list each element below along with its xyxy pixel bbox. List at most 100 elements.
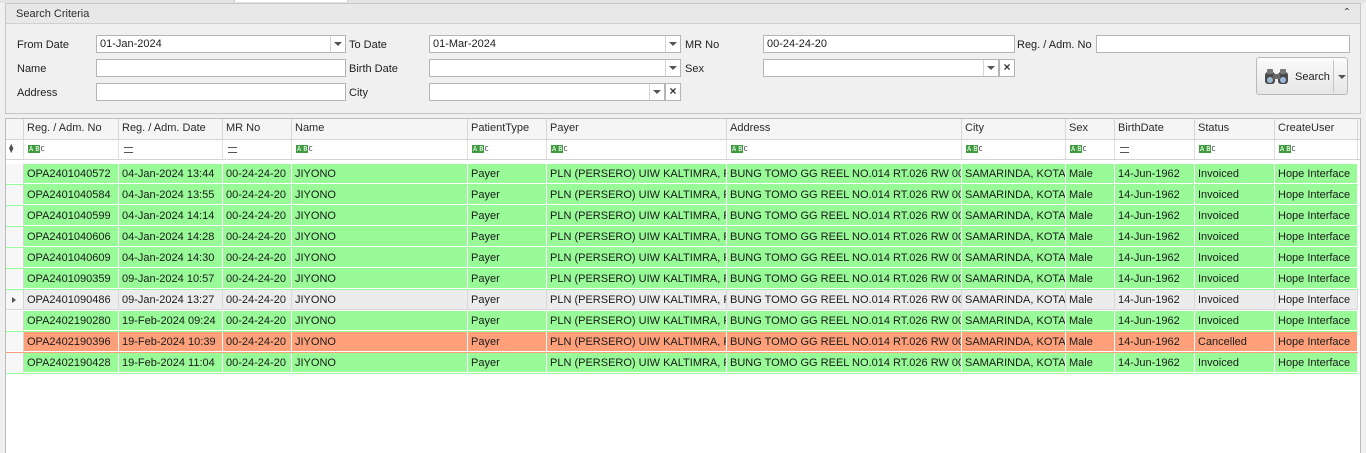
cell-reg-adm-no[interactable]: OPA2401040609: [24, 248, 119, 268]
cell-name[interactable]: JIYONO: [292, 269, 468, 289]
row-indicator-cell[interactable]: [6, 164, 24, 184]
chevron-down-icon[interactable]: [665, 36, 680, 52]
column-header-reg-adm-date[interactable]: Reg. / Adm. Date: [119, 119, 223, 139]
cell-sex[interactable]: Male: [1066, 227, 1115, 247]
filter-cell-birthdate[interactable]: [1115, 140, 1195, 159]
mr-no-input[interactable]: 00-24-24-20: [763, 35, 1015, 53]
cell-patienttype[interactable]: Payer: [468, 290, 547, 310]
cell-name[interactable]: JIYONO: [292, 185, 468, 205]
cell-address[interactable]: BUNG TOMO GG REEL NO.014 RT.026 RW 000: [727, 227, 962, 247]
column-header-sex[interactable]: Sex: [1066, 119, 1115, 139]
search-button[interactable]: Search: [1256, 57, 1348, 95]
cell-patienttype[interactable]: Payer: [468, 311, 547, 331]
cell-payer[interactable]: PLN (PERSERO) UIW KALTIMRA, PT: [547, 353, 727, 373]
cell-reg-adm-date[interactable]: 04-Jan-2024 13:55: [119, 185, 223, 205]
equals-filter-icon[interactable]: [1120, 147, 1129, 153]
reg-adm-no-input[interactable]: [1096, 35, 1350, 53]
cell-sex[interactable]: Male: [1066, 248, 1115, 268]
chevron-down-icon[interactable]: [330, 36, 345, 52]
row-indicator-cell[interactable]: [6, 332, 24, 352]
cell-createuser[interactable]: Hope Interface: [1275, 164, 1358, 184]
cell-reg-adm-date[interactable]: 04-Jan-2024 14:30: [119, 248, 223, 268]
cell-patienttype[interactable]: Payer: [468, 353, 547, 373]
cell-sex[interactable]: Male: [1066, 206, 1115, 226]
cell-createuser[interactable]: Hope Interface: [1275, 269, 1358, 289]
text-filter-abc-icon[interactable]: A BC: [551, 145, 568, 153]
chevron-down-icon[interactable]: [665, 60, 680, 76]
cell-birthdate[interactable]: 14-Jun-1962: [1115, 227, 1195, 247]
cell-birthdate[interactable]: 14-Jun-1962: [1115, 164, 1195, 184]
cell-address[interactable]: BUNG TOMO GG REEL NO.014 RT.026 RW 000: [727, 185, 962, 205]
cell-address[interactable]: BUNG TOMO GG REEL NO.014 RT.026 RW 000: [727, 353, 962, 373]
cell-name[interactable]: JIYONO: [292, 248, 468, 268]
filter-cell-mr-no[interactable]: [223, 140, 292, 159]
cell-reg-adm-no[interactable]: OPA2401040599: [24, 206, 119, 226]
table-row[interactable]: OPA2401040572 04-Jan-2024 13:44 00-24-24-2…: [6, 164, 1358, 185]
table-row[interactable]: OPA2401040584 04-Jan-2024 13:55 00-24-24-2…: [6, 185, 1358, 206]
cell-status[interactable]: Invoiced: [1195, 353, 1275, 373]
cell-reg-adm-date[interactable]: 09-Jan-2024 10:57: [119, 269, 223, 289]
text-filter-abc-icon[interactable]: A BC: [296, 145, 313, 153]
active-tab-edge[interactable]: [234, 0, 348, 2]
column-header-patienttype[interactable]: PatientType: [468, 119, 547, 139]
cell-city[interactable]: SAMARINDA, KOTA: [962, 290, 1066, 310]
cell-reg-adm-date[interactable]: 04-Jan-2024 13:44: [119, 164, 223, 184]
row-indicator-cell[interactable]: [6, 185, 24, 205]
cell-mr-no[interactable]: 00-24-24-20: [223, 311, 292, 331]
column-header-city[interactable]: City: [962, 119, 1066, 139]
cell-reg-adm-date[interactable]: 04-Jan-2024 14:28: [119, 227, 223, 247]
cell-createuser[interactable]: Hope Interface: [1275, 311, 1358, 331]
text-filter-abc-icon[interactable]: A BC: [1199, 145, 1216, 153]
filter-cell-reg-adm-no[interactable]: A BC: [24, 140, 119, 159]
table-row[interactable]: OPA2402190428 19-Feb-2024 11:04 00-24-24-2…: [6, 353, 1358, 374]
cell-sex[interactable]: Male: [1066, 311, 1115, 331]
cell-reg-adm-date[interactable]: 04-Jan-2024 14:14: [119, 206, 223, 226]
cell-createuser[interactable]: Hope Interface: [1275, 185, 1358, 205]
cell-patienttype[interactable]: Payer: [468, 332, 547, 352]
cell-name[interactable]: JIYONO: [292, 332, 468, 352]
cell-createuser[interactable]: Hope Interface: [1275, 332, 1358, 352]
cell-patienttype[interactable]: Payer: [468, 269, 547, 289]
table-row[interactable]: OPA2402190280 19-Feb-2024 09:24 00-24-24-2…: [6, 311, 1358, 332]
filter-cell-patienttype[interactable]: A BC: [468, 140, 547, 159]
birth-date-picker[interactable]: [429, 59, 681, 77]
cell-createuser[interactable]: Hope Interface: [1275, 290, 1358, 310]
cell-birthdate[interactable]: 14-Jun-1962: [1115, 311, 1195, 331]
text-filter-abc-icon[interactable]: A BC: [1279, 145, 1296, 153]
table-row[interactable]: OPA2401090359 09-Jan-2024 10:57 00-24-24-2…: [6, 269, 1358, 290]
cell-mr-no[interactable]: 00-24-24-20: [223, 227, 292, 247]
cell-status[interactable]: Invoiced: [1195, 164, 1275, 184]
cell-sex[interactable]: Male: [1066, 269, 1115, 289]
cell-mr-no[interactable]: 00-24-24-20: [223, 332, 292, 352]
cell-sex[interactable]: Male: [1066, 185, 1115, 205]
filter-cell-status[interactable]: A BC: [1195, 140, 1275, 159]
sex-select[interactable]: [763, 59, 999, 77]
cell-mr-no[interactable]: 00-24-24-20: [223, 248, 292, 268]
cell-city[interactable]: SAMARINDA, KOTA: [962, 248, 1066, 268]
cell-payer[interactable]: PLN (PERSERO) UIW KALTIMRA, PT: [547, 164, 727, 184]
text-filter-abc-icon[interactable]: A BC: [966, 145, 983, 153]
table-row[interactable]: OPA2401040599 04-Jan-2024 14:14 00-24-24-2…: [6, 206, 1358, 227]
column-header-reg-adm-no[interactable]: Reg. / Adm. No: [24, 119, 119, 139]
filter-cell-payer[interactable]: A BC: [547, 140, 727, 159]
cell-status[interactable]: Invoiced: [1195, 227, 1275, 247]
cell-address[interactable]: BUNG TOMO GG REEL NO.014 RT.026 RW 000: [727, 290, 962, 310]
text-filter-abc-icon[interactable]: A BC: [731, 145, 748, 153]
collapse-chevron-up-icon[interactable]: ⌃: [1341, 7, 1353, 19]
filter-cell-sex[interactable]: A BC: [1066, 140, 1115, 159]
cell-reg-adm-date[interactable]: 19-Feb-2024 11:04: [119, 353, 223, 373]
equals-filter-icon[interactable]: [228, 147, 237, 153]
cell-reg-adm-date[interactable]: 19-Feb-2024 10:39: [119, 332, 223, 352]
cell-address[interactable]: BUNG TOMO GG REEL NO.014 RT.026 RW 000: [727, 206, 962, 226]
text-filter-abc-icon[interactable]: A BC: [472, 145, 489, 153]
column-header-birthdate[interactable]: BirthDate: [1115, 119, 1195, 139]
cell-city[interactable]: SAMARINDA, KOTA: [962, 185, 1066, 205]
search-options-chevron-down-icon[interactable]: [1338, 75, 1346, 79]
cell-birthdate[interactable]: 14-Jun-1962: [1115, 332, 1195, 352]
cell-city[interactable]: SAMARINDA, KOTA: [962, 269, 1066, 289]
cell-reg-adm-date[interactable]: 09-Jan-2024 13:27: [119, 290, 223, 310]
cell-city[interactable]: SAMARINDA, KOTA: [962, 227, 1066, 247]
cell-patienttype[interactable]: Payer: [468, 185, 547, 205]
column-header-createuser[interactable]: CreateUser: [1275, 119, 1358, 139]
cell-mr-no[interactable]: 00-24-24-20: [223, 164, 292, 184]
